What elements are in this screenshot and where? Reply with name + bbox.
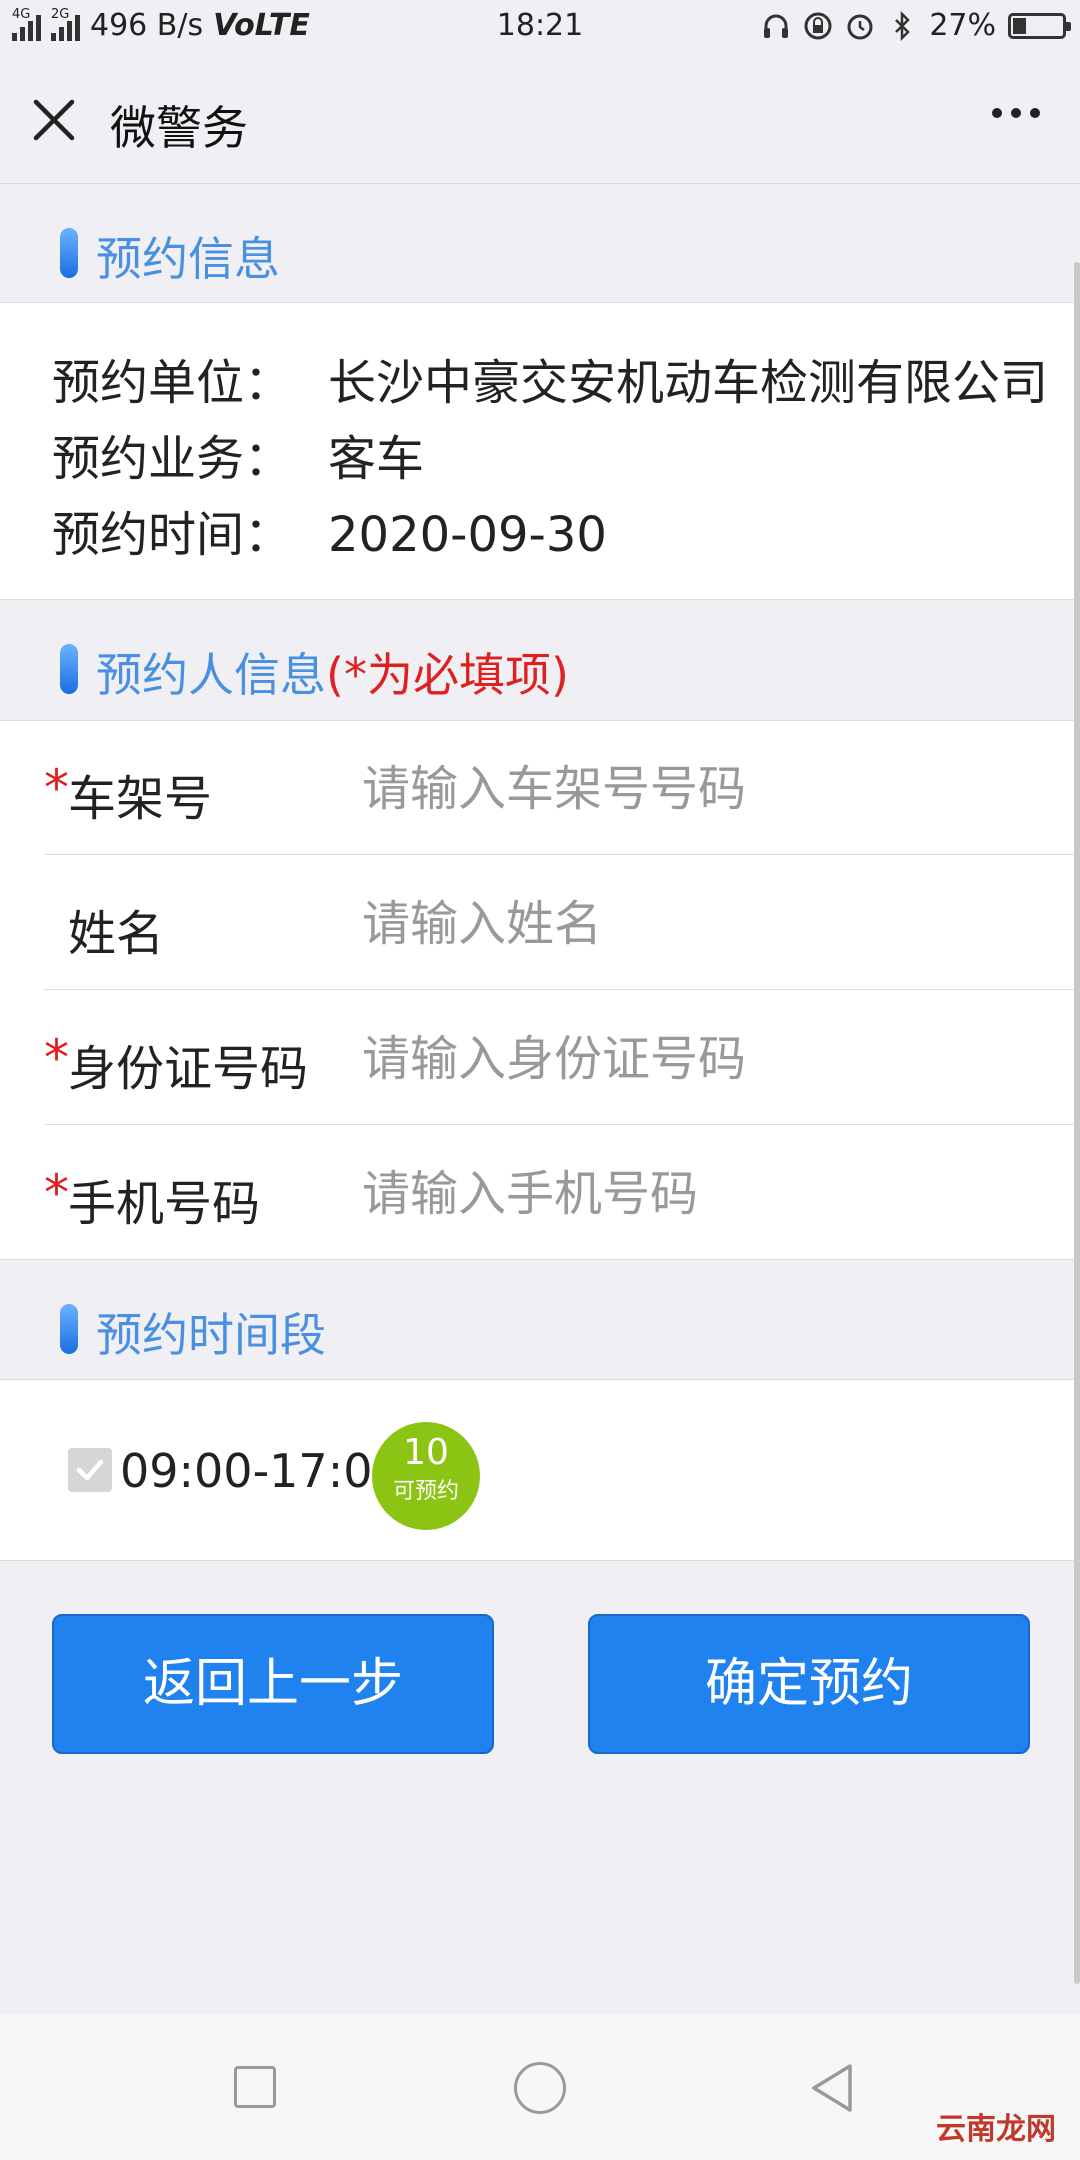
bluetooth-icon xyxy=(895,10,911,41)
form-row-name: 姓名 xyxy=(44,856,1080,990)
more-menu-icon[interactable] xyxy=(992,108,1040,118)
time-slot-label: 09:00-17:00 xyxy=(120,1444,402,1498)
applicant-form: * 车架号 姓名 * 身份证号码 * 手机号码 xyxy=(0,720,1080,1260)
name-input[interactable] xyxy=(362,884,1042,964)
battery-percent: 27% xyxy=(929,8,996,43)
info-row-business: 预约业务： 客车 xyxy=(52,419,424,489)
required-mark: * xyxy=(44,1029,69,1087)
info-value: 长沙中豪交安机动车检测有限公司 xyxy=(328,355,1049,411)
section-marker xyxy=(60,644,78,694)
info-value: 客车 xyxy=(328,431,425,487)
id-number-input[interactable] xyxy=(362,1019,1042,1099)
section-header-time-slot: 预约时间段 xyxy=(0,1261,1080,1379)
info-value: 2020-09-30 xyxy=(328,507,607,563)
info-row-unit: 预约单位： 长沙中豪交安机动车检测有限公司 xyxy=(52,343,1048,413)
section-marker xyxy=(60,228,78,278)
section-title: 预约时间段 xyxy=(96,1308,326,1362)
time-slot-panel: 09:00-17:00 10 可预约 xyxy=(0,1379,1080,1561)
section-marker xyxy=(60,1304,78,1354)
info-row-date: 预约时间： 2020-09-30 xyxy=(52,495,607,565)
section-header-applicant: 预约人信息(*为必填项) xyxy=(0,601,1080,719)
section-title: 预约人信息(*为必填项) xyxy=(96,648,569,702)
required-mark: * xyxy=(44,1164,69,1222)
phone-input[interactable] xyxy=(362,1154,1042,1234)
field-label-id-number: 身份证号码 xyxy=(68,1041,309,1097)
close-icon[interactable] xyxy=(30,96,78,144)
confirm-button[interactable]: 确定预约 xyxy=(588,1614,1030,1754)
field-label-vin: 车架号 xyxy=(68,771,213,827)
info-label: 预约时间： xyxy=(52,507,293,563)
required-mark: * xyxy=(44,759,69,817)
status-bar: 4G 2G 496 B/s VoLTE 18:21 27% xyxy=(0,0,1080,56)
section-header-appointment: 预约信息 xyxy=(0,185,1080,303)
rotation-lock-icon xyxy=(804,12,832,39)
watermark: 云南龙网 xyxy=(936,2112,1056,2147)
availability-badge: 10 可预约 xyxy=(372,1422,480,1530)
appointment-info-panel: 预约单位： 长沙中豪交安机动车检测有限公司 预约业务： 客车 预约时间： 2020-0… xyxy=(0,302,1080,600)
headphones-icon xyxy=(764,14,789,38)
system-nav-bar: 云南龙网 xyxy=(0,2014,1080,2160)
form-row-vin: * 车架号 xyxy=(44,721,1080,855)
home-icon[interactable] xyxy=(514,2062,566,2114)
battery-icon xyxy=(1008,12,1071,39)
required-hint: (*为必填项) xyxy=(326,648,569,702)
available-count: 10 xyxy=(403,1432,449,1473)
vin-input[interactable] xyxy=(362,749,1042,829)
page-title: 微警务 xyxy=(110,101,248,155)
back-button[interactable]: 返回上一步 xyxy=(52,1614,494,1754)
available-label: 可预约 xyxy=(392,1479,459,1504)
form-row-phone: * 手机号码 xyxy=(44,1126,1080,1260)
recent-apps-icon[interactable] xyxy=(234,2066,276,2108)
field-label-name: 姓名 xyxy=(68,906,165,962)
form-row-id-number: * 身份证号码 xyxy=(44,991,1080,1125)
section-title: 预约信息 xyxy=(96,232,280,286)
back-triangle-icon[interactable] xyxy=(804,2060,860,2116)
info-label: 预约单位： xyxy=(52,355,293,411)
title-bar: 微警务 xyxy=(0,56,1080,184)
alarm-icon xyxy=(847,14,873,39)
scrollbar[interactable] xyxy=(1074,262,1080,1984)
field-label-phone: 手机号码 xyxy=(68,1176,261,1232)
info-label: 预约业务： xyxy=(52,431,293,487)
checkbox-checked-icon[interactable] xyxy=(68,1448,112,1492)
